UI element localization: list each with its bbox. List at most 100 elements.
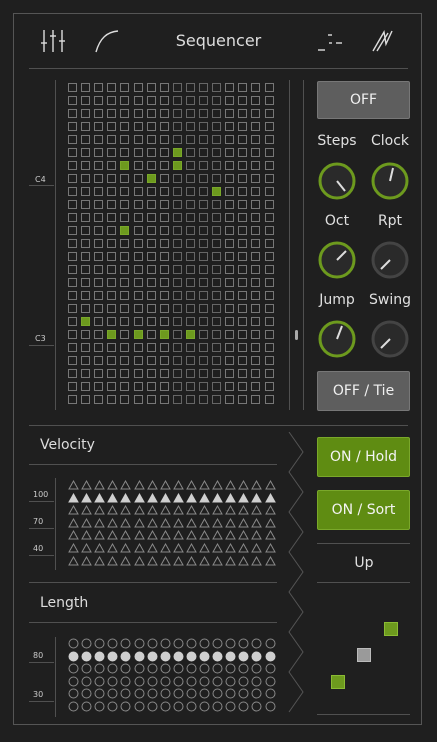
step-cell[interactable] — [173, 304, 182, 313]
velocity-step[interactable] — [68, 505, 79, 515]
step-cell[interactable] — [120, 96, 129, 105]
rpt-knob[interactable] — [370, 240, 410, 280]
step-cell[interactable] — [212, 252, 221, 261]
length-step[interactable] — [120, 701, 131, 712]
step-cell[interactable] — [147, 187, 156, 196]
step-cell[interactable] — [147, 330, 156, 339]
step-cell[interactable] — [81, 96, 90, 105]
length-step-set[interactable] — [173, 651, 184, 662]
length-step[interactable] — [68, 638, 79, 649]
step-cell[interactable] — [238, 369, 247, 378]
step-cell[interactable] — [251, 135, 260, 144]
step-cell[interactable] — [160, 369, 169, 378]
step-cell[interactable] — [81, 395, 90, 404]
length-step[interactable] — [265, 663, 276, 674]
velocity-step[interactable] — [186, 556, 197, 566]
length-step-set[interactable] — [68, 651, 79, 662]
step-cell[interactable] — [81, 174, 90, 183]
step-cell[interactable] — [212, 200, 221, 209]
step-cell[interactable] — [199, 135, 208, 144]
step-cell[interactable] — [173, 369, 182, 378]
velocity-step[interactable] — [238, 556, 249, 566]
step-cell[interactable] — [94, 83, 103, 92]
step-cell[interactable] — [160, 291, 169, 300]
step-cell[interactable] — [147, 369, 156, 378]
velocity-step[interactable] — [238, 543, 249, 553]
step-cell[interactable] — [238, 213, 247, 222]
velocity-step[interactable] — [160, 518, 171, 528]
step-cell[interactable] — [94, 213, 103, 222]
velocity-step[interactable] — [107, 556, 118, 566]
step-cell[interactable] — [68, 135, 77, 144]
length-step[interactable] — [199, 688, 210, 699]
step-cell[interactable] — [160, 239, 169, 248]
step-cell[interactable] — [265, 304, 274, 313]
step-cell[interactable] — [173, 317, 182, 326]
step-cell[interactable] — [265, 148, 274, 157]
length-step-set[interactable] — [107, 651, 118, 662]
step-cell[interactable] — [186, 395, 195, 404]
step-cell[interactable] — [238, 343, 247, 352]
step-cell[interactable] — [251, 109, 260, 118]
step-cell[interactable] — [199, 226, 208, 235]
step-cell[interactable] — [199, 83, 208, 92]
step-cell[interactable] — [68, 252, 77, 261]
length-step[interactable] — [173, 688, 184, 699]
sort-button[interactable]: ON / Sort — [317, 490, 410, 530]
step-cell[interactable] — [68, 369, 77, 378]
step-cell[interactable] — [147, 265, 156, 274]
step-cell[interactable] — [225, 200, 234, 209]
step-cell[interactable] — [212, 265, 221, 274]
step-cell[interactable] — [212, 382, 221, 391]
step-cell[interactable] — [120, 265, 129, 274]
step-cell[interactable] — [199, 291, 208, 300]
direction-selector[interactable]: Up — [316, 555, 412, 571]
velocity-step[interactable] — [212, 530, 223, 540]
step-cell[interactable] — [265, 109, 274, 118]
step-cell[interactable] — [107, 252, 116, 261]
length-step[interactable] — [94, 676, 105, 687]
step-cell[interactable] — [81, 343, 90, 352]
velocity-step-set[interactable] — [120, 493, 131, 503]
step-cell[interactable] — [68, 213, 77, 222]
step-cell[interactable] — [94, 148, 103, 157]
step-cell[interactable] — [212, 96, 221, 105]
step-cell[interactable] — [94, 395, 103, 404]
length-step[interactable] — [251, 688, 262, 699]
velocity-grid[interactable] — [68, 480, 278, 570]
step-cell[interactable] — [134, 239, 143, 248]
step-cell[interactable] — [186, 109, 195, 118]
step-cell[interactable] — [186, 174, 195, 183]
velocity-step[interactable] — [238, 518, 249, 528]
step-cell[interactable] — [186, 369, 195, 378]
step-cell[interactable] — [160, 252, 169, 261]
step-cell[interactable] — [186, 265, 195, 274]
velocity-step[interactable] — [212, 543, 223, 553]
step-cell[interactable] — [160, 109, 169, 118]
length-step[interactable] — [107, 663, 118, 674]
step-cell[interactable] — [120, 83, 129, 92]
step-cell[interactable] — [120, 356, 129, 365]
step-cell[interactable] — [107, 174, 116, 183]
step-cell[interactable] — [225, 135, 234, 144]
length-step[interactable] — [94, 638, 105, 649]
step-cell[interactable] — [199, 96, 208, 105]
steps-knob[interactable] — [317, 161, 357, 201]
step-cell[interactable] — [251, 265, 260, 274]
step-cell[interactable] — [160, 265, 169, 274]
step-cell[interactable] — [107, 265, 116, 274]
step-cell[interactable] — [251, 382, 260, 391]
step-cell[interactable] — [134, 83, 143, 92]
velocity-step[interactable] — [68, 480, 79, 490]
step-cell[interactable] — [134, 278, 143, 287]
velocity-step[interactable] — [134, 505, 145, 515]
length-step[interactable] — [107, 638, 118, 649]
step-cell[interactable] — [238, 278, 247, 287]
step-cell[interactable] — [212, 174, 221, 183]
step-cell[interactable] — [238, 265, 247, 274]
step-cell[interactable] — [160, 187, 169, 196]
velocity-step[interactable] — [160, 480, 171, 490]
step-cell[interactable] — [173, 109, 182, 118]
step-cell[interactable] — [225, 109, 234, 118]
step-cell[interactable] — [134, 395, 143, 404]
